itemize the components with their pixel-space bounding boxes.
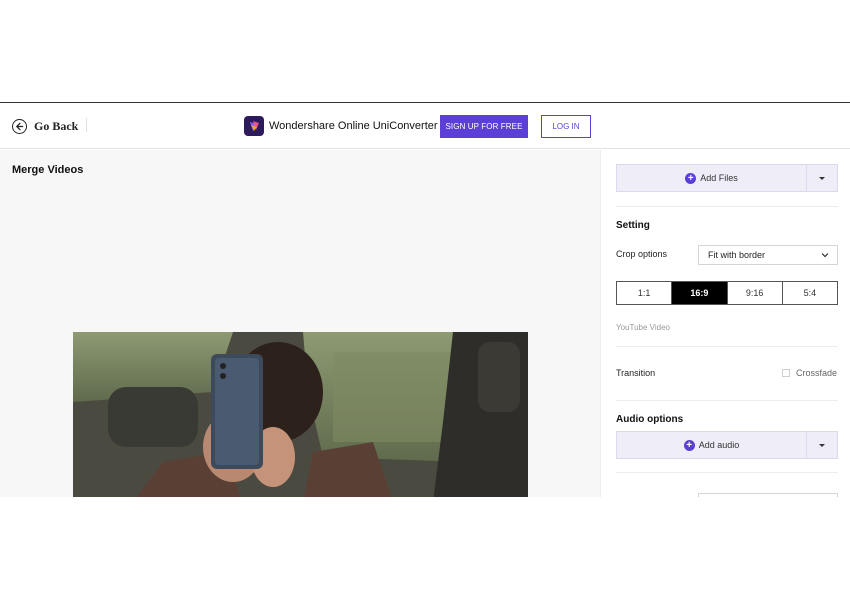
- uniconverter-logo-icon: [244, 116, 264, 136]
- top-header: Go Back Wondershare Online UniConverter …: [0, 103, 850, 149]
- add-audio-label: Add audio: [698, 440, 740, 450]
- add-files-button[interactable]: + Add Files: [617, 165, 806, 191]
- video-preview[interactable]: [73, 332, 528, 497]
- video-frame-image: [73, 332, 528, 497]
- crop-options-label: Crop options: [616, 249, 668, 259]
- app-viewport: Go Back Wondershare Online UniConverter …: [0, 102, 850, 497]
- ratio-hint: YouTube Video: [616, 323, 670, 332]
- log-in-button[interactable]: LOG IN: [541, 115, 591, 138]
- section-divider: [616, 472, 838, 473]
- brand[interactable]: Wondershare Online UniConverter: [244, 116, 438, 136]
- section-divider: [616, 346, 838, 347]
- crop-options-value: Fit with border: [708, 250, 766, 260]
- add-audio-button[interactable]: + Add audio: [617, 432, 806, 458]
- transition-label: Transition: [616, 368, 656, 378]
- add-files-label: Add Files: [700, 173, 738, 183]
- ratio-9-16[interactable]: 9:16: [728, 282, 783, 304]
- caret-down-icon: [819, 443, 825, 447]
- sign-up-button[interactable]: SIGN UP FOR FREE: [440, 115, 528, 138]
- aspect-ratio-group: 1:1 16:9 9:16 5:4: [616, 281, 838, 305]
- chevron-down-icon: [820, 250, 830, 262]
- page-title: Merge Videos: [12, 164, 84, 176]
- settings-panel: + Add Files Setting Crop options Fit wit…: [600, 150, 850, 497]
- crossfade-checkbox[interactable]: [781, 369, 790, 377]
- ratio-16-9[interactable]: 16:9: [672, 282, 728, 304]
- setting-title: Setting: [616, 220, 650, 231]
- go-back-label: Go Back: [34, 118, 79, 133]
- arrow-left-circle-icon: [12, 118, 27, 134]
- audio-options-title: Audio options: [616, 414, 684, 425]
- header-divider: [86, 118, 87, 132]
- section-divider: [616, 206, 838, 207]
- ratio-5-4[interactable]: 5:4: [783, 282, 837, 304]
- add-files-dropdown[interactable]: [806, 165, 837, 191]
- crossfade-option[interactable]: Crossfade: [781, 368, 837, 378]
- add-audio-control: + Add audio: [616, 431, 838, 459]
- preview-area: Merge Videos: [0, 150, 600, 497]
- crop-options-select[interactable]: Fit with border: [698, 245, 838, 265]
- ratio-1-1[interactable]: 1:1: [617, 282, 673, 304]
- brand-name: Wondershare Online UniConverter: [269, 120, 438, 132]
- section-divider: [616, 400, 838, 401]
- plus-circle-icon: +: [685, 172, 697, 184]
- plus-circle-icon: +: [683, 439, 695, 451]
- caret-down-icon: [819, 176, 825, 180]
- add-files-control: + Add Files: [616, 164, 838, 192]
- add-audio-dropdown[interactable]: [806, 432, 837, 458]
- go-back-link[interactable]: Go Back: [12, 117, 78, 135]
- audio-select[interactable]: [698, 493, 838, 497]
- crossfade-label: Crossfade: [795, 368, 837, 378]
